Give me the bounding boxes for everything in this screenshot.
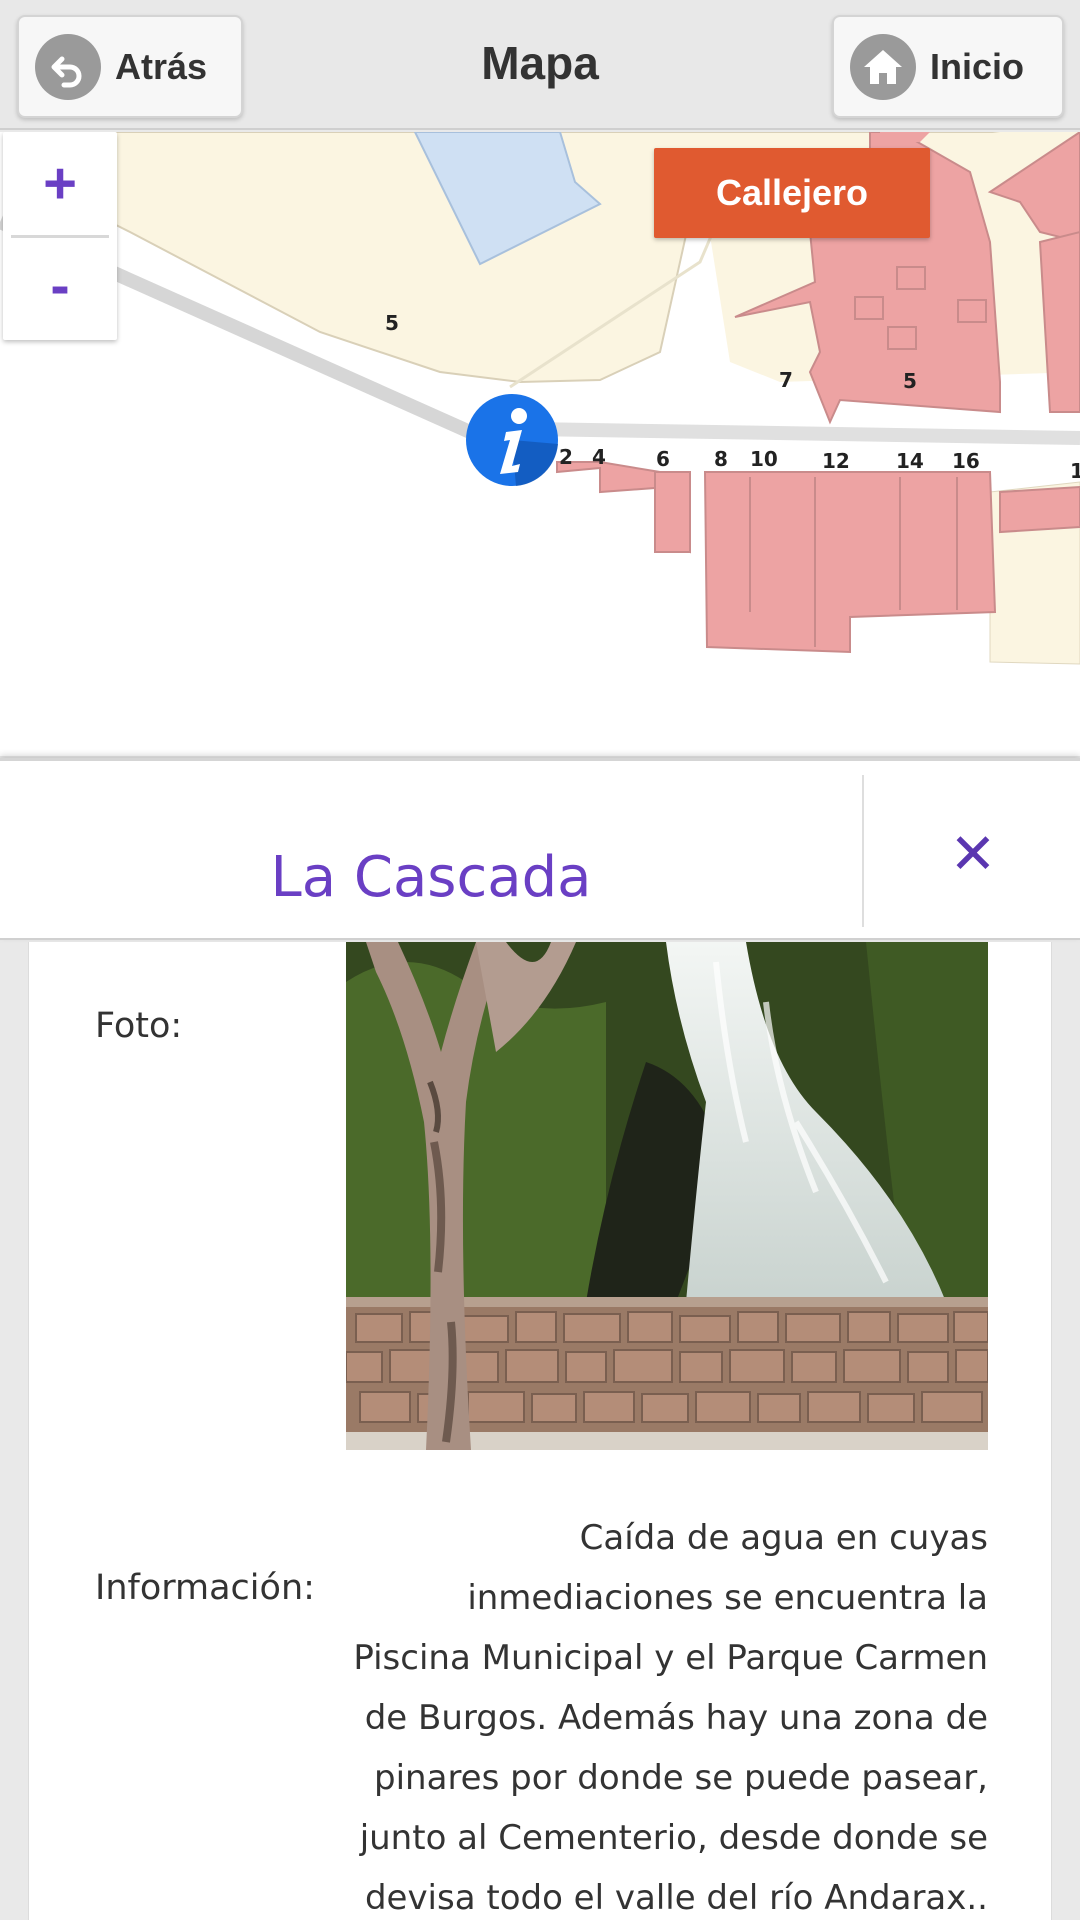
page-title: Mapa: [481, 37, 599, 89]
back-arrow-icon: [35, 33, 101, 100]
street-number: 16: [952, 449, 980, 473]
zoom-in-button[interactable]: +: [3, 132, 117, 235]
photo-label: Foto:: [95, 1006, 183, 1046]
close-icon[interactable]: ✕: [938, 819, 1008, 889]
home-icon: [850, 33, 916, 100]
popup-divider: [862, 775, 864, 927]
street-number: 1: [1070, 459, 1080, 483]
street-number: 7: [779, 368, 793, 392]
popup-header: La Cascada ✕: [0, 758, 1080, 940]
zoom-control: + -: [3, 132, 117, 340]
street-number: 14: [896, 449, 924, 473]
zoom-out-button[interactable]: -: [3, 234, 117, 337]
street-number: 5: [903, 369, 917, 393]
back-button[interactable]: Atrás: [17, 15, 243, 118]
back-button-label: Atrás: [115, 45, 208, 87]
street-number: 4: [592, 445, 606, 469]
street-number: 6: [656, 447, 670, 471]
info-marker-icon[interactable]: [464, 392, 560, 488]
home-button-label: Inicio: [930, 45, 1025, 87]
info-label: Información:: [95, 1568, 315, 1608]
street-number: 12: [822, 449, 850, 473]
waterfall-photo[interactable]: [346, 942, 988, 1450]
street-number: 2: [559, 445, 573, 469]
popup-title: La Cascada: [270, 845, 592, 910]
map-view[interactable]: 5 7 5 2 4 6 8 10 12 14 16 1 + - Callejer…: [0, 132, 1080, 756]
place-details: Foto: Información: Caída de agua en cuya…: [28, 942, 1052, 1920]
info-text: Caída de agua en cuyas inmediaciones se …: [353, 1518, 988, 1918]
street-number: 10: [750, 447, 778, 471]
street-number: 8: [714, 447, 728, 471]
callejero-layer-button[interactable]: Callejero: [654, 148, 930, 238]
home-button[interactable]: Inicio: [832, 15, 1064, 118]
app-header: Atrás Mapa Inicio: [0, 0, 1080, 130]
street-number: 5: [385, 311, 399, 335]
